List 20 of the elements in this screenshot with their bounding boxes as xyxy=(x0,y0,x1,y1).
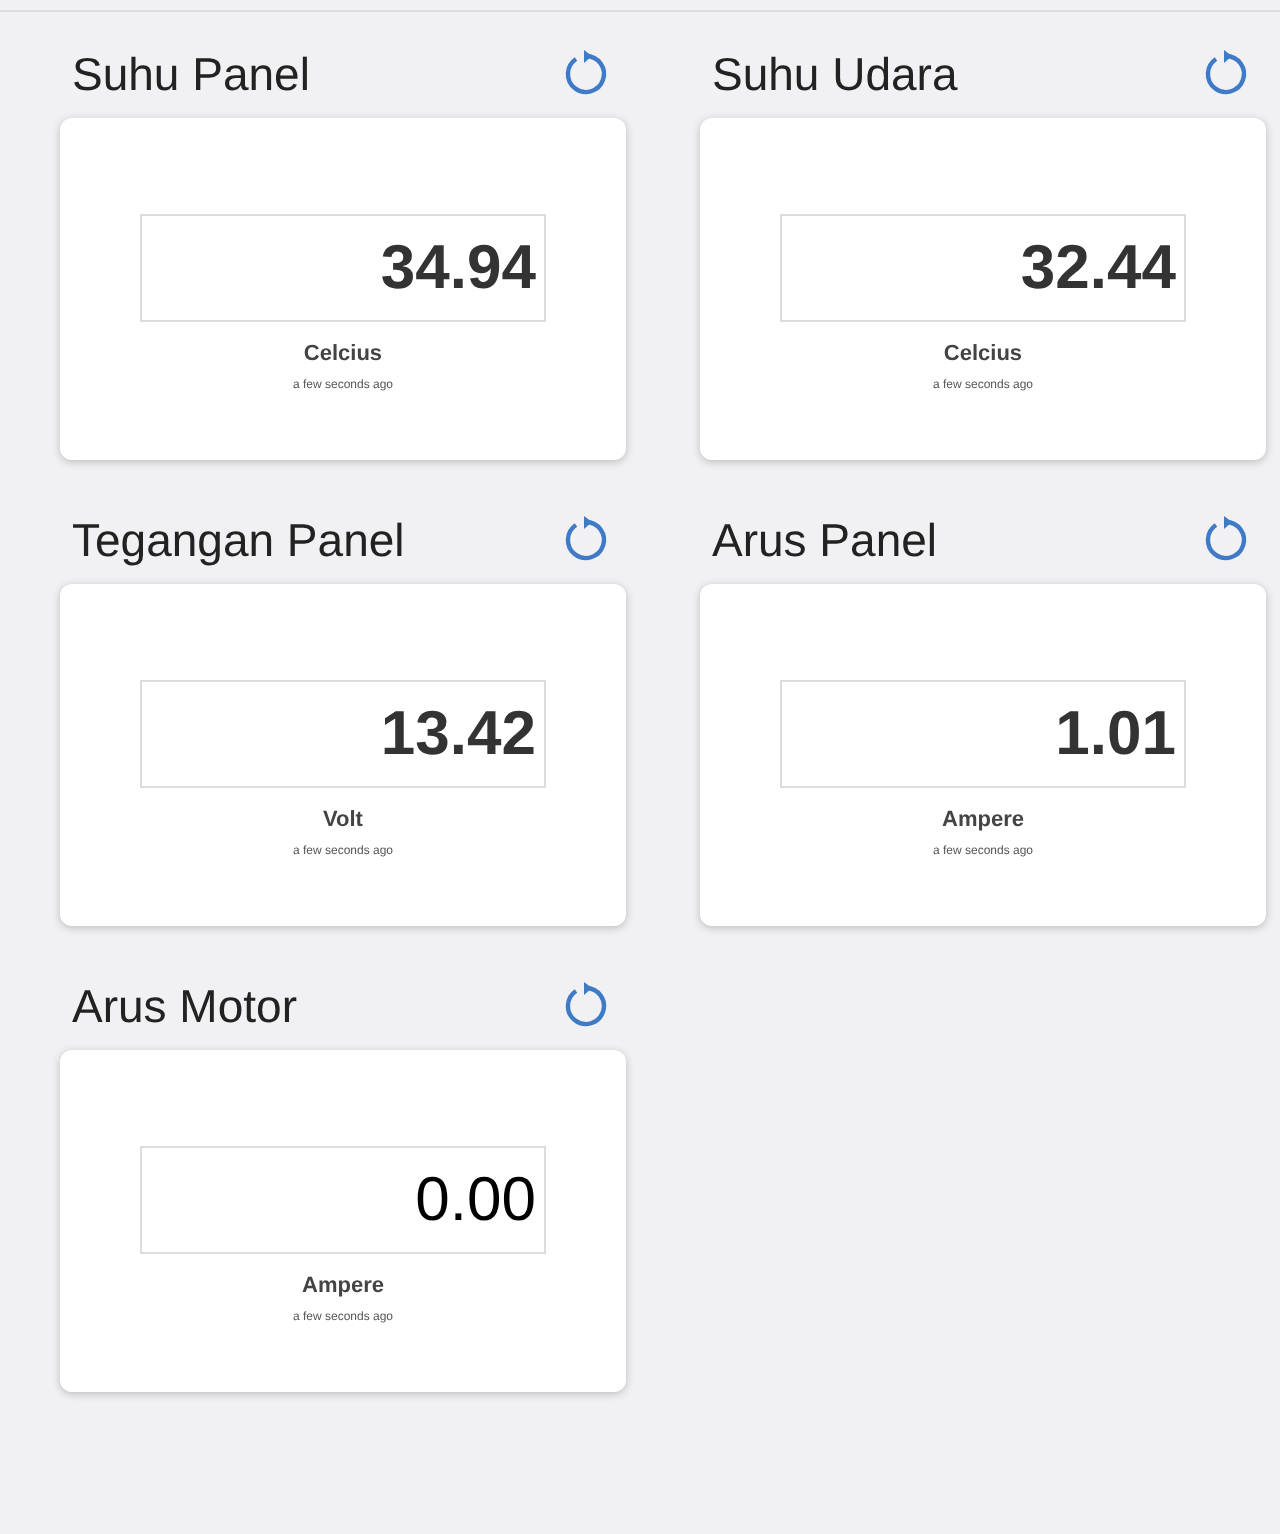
unit-label: Volt xyxy=(323,808,363,832)
value-display: 34.94 xyxy=(140,214,546,322)
refresh-icon[interactable] xyxy=(1202,516,1250,564)
unit-label: Celcius xyxy=(303,342,383,366)
value-display: 1.01 xyxy=(780,680,1186,788)
unit-label: Celcius xyxy=(943,342,1023,366)
widget-title: Suhu Udara xyxy=(712,47,958,101)
refresh-icon[interactable] xyxy=(1202,50,1250,98)
widget-title: Tegangan Panel xyxy=(72,513,405,567)
unit-label: Ampere xyxy=(302,1274,384,1298)
widget-title: Arus Panel xyxy=(712,513,938,567)
unit-label: Ampere xyxy=(942,808,1024,832)
widget-title: Suhu Panel xyxy=(72,47,310,101)
value-display: 0.00 xyxy=(140,1146,546,1254)
refresh-icon[interactable] xyxy=(562,516,610,564)
value-display: 32.44 xyxy=(780,214,1186,322)
widget-title: Arus Motor xyxy=(72,979,297,1033)
refresh-icon[interactable] xyxy=(562,50,610,98)
refresh-icon[interactable] xyxy=(562,982,610,1030)
value-display: 13.42 xyxy=(140,680,546,788)
